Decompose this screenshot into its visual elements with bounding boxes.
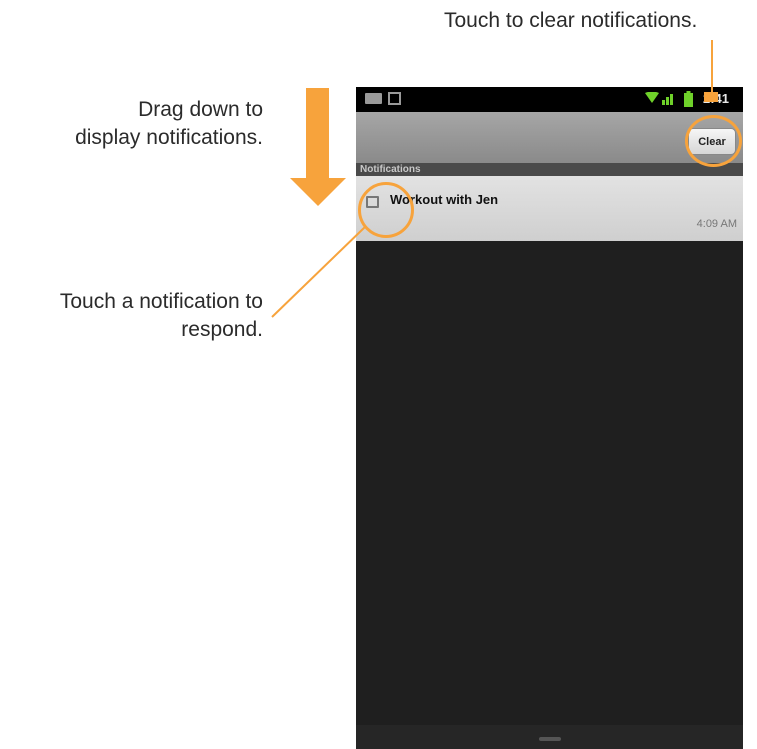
notification-leader-line	[271, 225, 367, 318]
